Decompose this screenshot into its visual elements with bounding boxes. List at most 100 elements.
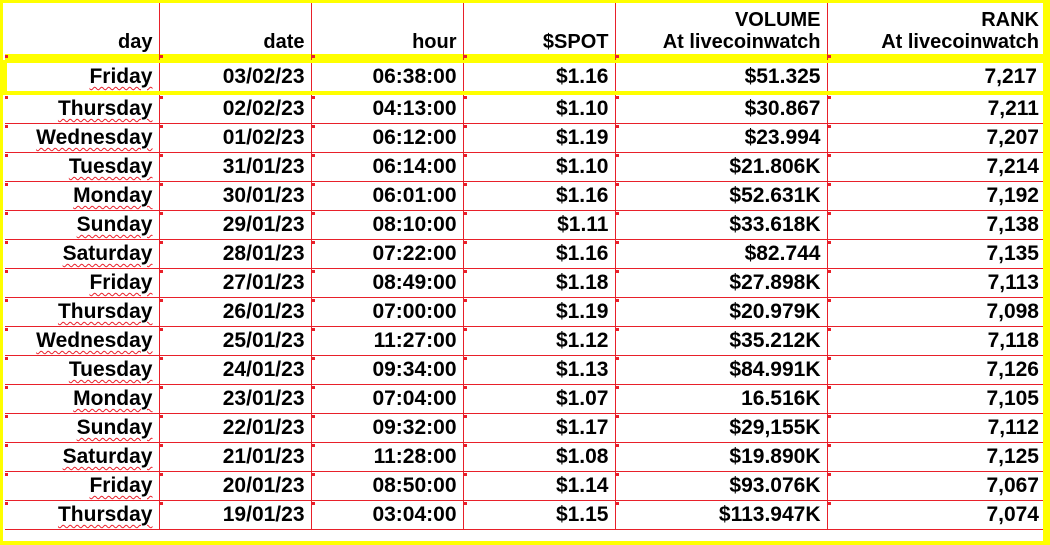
cell-date[interactable]: 25/01/23 (159, 326, 312, 356)
cell-hour[interactable]: 08:10:00 (311, 210, 464, 240)
cell-date[interactable]: 20/01/23 (159, 471, 312, 501)
cell-day[interactable]: Wednesday (5, 123, 160, 153)
cell-rank[interactable]: 7,118 (827, 326, 1043, 356)
cell-rank[interactable]: 7,126 (827, 355, 1043, 385)
cell-day[interactable]: Tuesday (5, 152, 160, 182)
cell-date[interactable]: 30/01/23 (159, 181, 312, 211)
cell-hour[interactable]: 04:13:00 (311, 93, 464, 124)
cell-spot[interactable]: $1.16 (463, 60, 616, 95)
cell-hour[interactable]: 09:32:00 (311, 413, 464, 443)
cell-spot[interactable]: $1.18 (463, 268, 616, 298)
cell-day[interactable]: Friday (5, 268, 160, 298)
cell-spot[interactable]: $1.11 (463, 210, 616, 240)
cell-volume[interactable]: $23.994 (615, 123, 828, 153)
cell-spot[interactable]: $1.17 (463, 413, 616, 443)
cell-rank[interactable]: 7,207 (827, 123, 1043, 153)
cell-hour[interactable]: 07:04:00 (311, 384, 464, 414)
cell-rank[interactable]: 7,112 (827, 413, 1043, 443)
cell-date[interactable]: 27/01/23 (159, 268, 312, 298)
cell-date[interactable]: 28/01/23 (159, 239, 312, 269)
cell-hour[interactable]: 07:22:00 (311, 239, 464, 269)
cell-day[interactable]: Sunday (5, 210, 160, 240)
cell-rank[interactable]: 7,105 (827, 384, 1043, 414)
cell-day[interactable]: Monday (5, 181, 160, 211)
cell-volume[interactable]: $51.325 (615, 60, 828, 95)
cell-rank[interactable]: 7,192 (827, 181, 1043, 211)
cell-day[interactable]: Thursday (5, 500, 160, 530)
cell-volume[interactable]: $27.898K (615, 268, 828, 298)
cell-spot[interactable]: $1.19 (463, 297, 616, 327)
cell-day[interactable]: Sunday (5, 413, 160, 443)
cell-hour[interactable]: 11:28:00 (311, 442, 464, 472)
cell-hour[interactable]: 03:04:00 (311, 500, 464, 530)
cell-rank[interactable]: 7,113 (827, 268, 1043, 298)
cell-hour[interactable]: 08:50:00 (311, 471, 464, 501)
cell-rank[interactable]: 7,138 (827, 210, 1043, 240)
cell-hour[interactable]: 07:00:00 (311, 297, 464, 327)
cell-volume[interactable]: $82.744 (615, 239, 828, 269)
cell-volume[interactable]: $52.631K (615, 181, 828, 211)
cell-hour[interactable]: 08:49:00 (311, 268, 464, 298)
cell-volume[interactable]: $84.991K (615, 355, 828, 385)
header-day[interactable]: day (5, 3, 160, 54)
cell-volume[interactable]: 16.516K (615, 384, 828, 414)
header-date[interactable]: date (159, 3, 312, 54)
cell-hour[interactable]: 06:38:00 (311, 60, 464, 95)
cell-rank[interactable]: 7,098 (827, 297, 1043, 327)
cell-date[interactable]: 03/02/23 (159, 60, 312, 95)
cell-day[interactable]: Wednesday (5, 326, 160, 356)
cell-rank[interactable]: 7,217 (827, 60, 1043, 95)
cell-rank[interactable]: 7,125 (827, 442, 1043, 472)
header-spot[interactable]: $SPOT (463, 3, 616, 54)
cell-volume[interactable]: $30.867 (615, 93, 828, 124)
cell-hour[interactable]: 11:27:00 (311, 326, 464, 356)
cell-day[interactable]: Friday (3, 60, 160, 95)
cell-spot[interactable]: $1.10 (463, 152, 616, 182)
cell-date[interactable]: 19/01/23 (159, 500, 312, 530)
cell-hour[interactable]: 06:14:00 (311, 152, 464, 182)
cell-day[interactable]: Saturday (5, 239, 160, 269)
cell-spot[interactable]: $1.07 (463, 384, 616, 414)
cell-hour[interactable]: 09:34:00 (311, 355, 464, 385)
cell-spot[interactable]: $1.12 (463, 326, 616, 356)
cell-rank[interactable]: 7,135 (827, 239, 1043, 269)
cell-spot[interactable]: $1.13 (463, 355, 616, 385)
cell-rank[interactable]: 7,211 (827, 93, 1043, 124)
cell-spot[interactable]: $1.10 (463, 93, 616, 124)
cell-date[interactable]: 02/02/23 (159, 93, 312, 124)
cell-volume[interactable]: $113.947K (615, 500, 828, 530)
cell-date[interactable]: 01/02/23 (159, 123, 312, 153)
cell-volume[interactable]: $21.806K (615, 152, 828, 182)
cell-date[interactable]: 21/01/23 (159, 442, 312, 472)
header-hour[interactable]: hour (311, 3, 464, 54)
cell-volume[interactable]: $19.890K (615, 442, 828, 472)
cell-day[interactable]: Thursday (5, 93, 160, 124)
cell-date[interactable]: 22/01/23 (159, 413, 312, 443)
cell-day[interactable]: Tuesday (5, 355, 160, 385)
cell-date[interactable]: 23/01/23 (159, 384, 312, 414)
cell-rank[interactable]: 7,074 (827, 500, 1043, 530)
cell-date[interactable]: 31/01/23 (159, 152, 312, 182)
cell-volume[interactable]: $29,155K (615, 413, 828, 443)
cell-day[interactable]: Thursday (5, 297, 160, 327)
cell-day[interactable]: Friday (5, 471, 160, 501)
cell-spot[interactable]: $1.16 (463, 181, 616, 211)
cell-day[interactable]: Saturday (5, 442, 160, 472)
cell-spot[interactable]: $1.19 (463, 123, 616, 153)
cell-rank[interactable]: 7,214 (827, 152, 1043, 182)
cell-spot[interactable]: $1.14 (463, 471, 616, 501)
cell-date[interactable]: 29/01/23 (159, 210, 312, 240)
cell-rank[interactable]: 7,067 (827, 471, 1043, 501)
cell-volume[interactable]: $33.618K (615, 210, 828, 240)
cell-spot[interactable]: $1.16 (463, 239, 616, 269)
header-volume[interactable]: VOLUME At livecoinwatch (615, 3, 828, 54)
cell-day[interactable]: Monday (5, 384, 160, 414)
cell-hour[interactable]: 06:12:00 (311, 123, 464, 153)
cell-volume[interactable]: $35.212K (615, 326, 828, 356)
cell-spot[interactable]: $1.08 (463, 442, 616, 472)
header-rank[interactable]: RANK At livecoinwatch (827, 3, 1043, 54)
cell-date[interactable]: 24/01/23 (159, 355, 312, 385)
cell-hour[interactable]: 06:01:00 (311, 181, 464, 211)
cell-volume[interactable]: $20.979K (615, 297, 828, 327)
cell-date[interactable]: 26/01/23 (159, 297, 312, 327)
